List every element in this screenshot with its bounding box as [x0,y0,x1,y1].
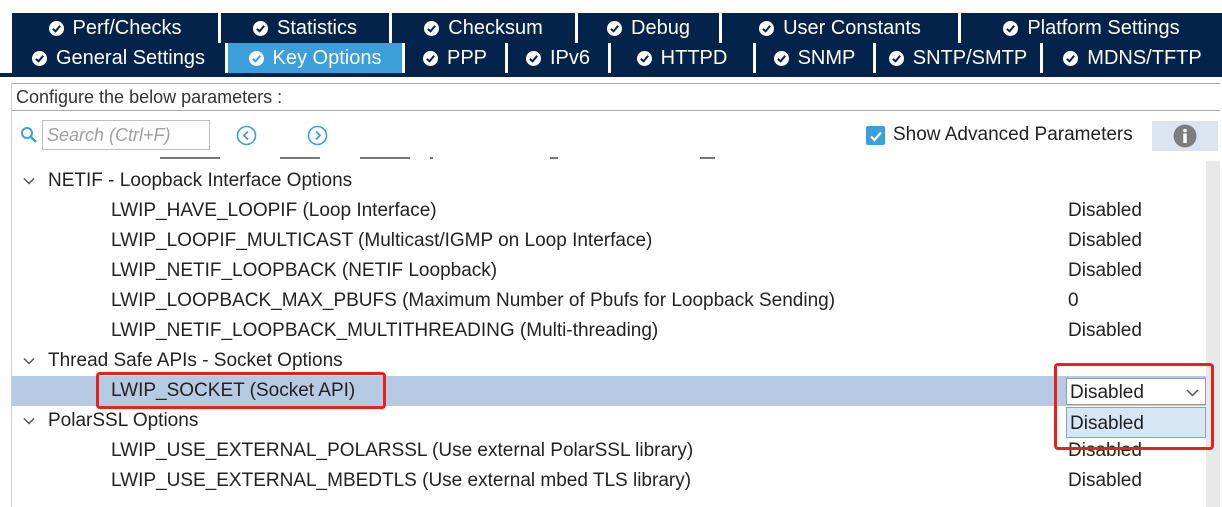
tab-ppp[interactable]: PPP [405,43,505,73]
tab-label: Checksum [448,16,543,39]
param-value[interactable]: Disabled [1068,440,1142,462]
tab-label: SNTP/SMTP [912,46,1028,69]
param-value[interactable]: Disabled [1068,320,1142,342]
check-icon [48,20,64,36]
param-row[interactable]: LWIP_LOOPIF_MULTICAST (Multicast/IGMP on… [12,226,1206,256]
param-row[interactable]: LWIP_NETIF_LOOPBACK (NETIF Loopback) Dis… [12,256,1206,286]
dropdown-value: Disabled [1070,382,1144,403]
group-title: Thread Safe APIs - Socket Options [48,350,343,371]
check-icon [32,50,47,66]
group-header[interactable]: Thread Safe APIs - Socket Options [12,346,1206,376]
search-icon[interactable] [20,126,38,144]
check-icon [1003,20,1019,36]
tab-checksum[interactable]: Checksum [392,13,575,43]
tab-label: Statistics [276,16,358,39]
param-value[interactable]: Disabled [1068,200,1142,222]
chevron-down-icon [23,177,35,185]
param-name: LWIP_USE_EXTERNAL_MBEDTLS (Use external … [111,470,692,491]
show-advanced-label: Show Advanced Parameters [893,124,1133,145]
tab-label: PPP [446,46,488,69]
group-header[interactable]: PolarSSL Options [12,406,1206,436]
param-value[interactable]: Disabled [1068,230,1142,252]
tab-sntp-smtp[interactable]: SNTP/SMTP [876,43,1040,73]
chevron-down-icon [23,357,35,365]
tab-label: HTTPD [660,46,728,69]
param-name: LWIP_NETIF_LOOPBACK_MULTITHREADING (Mult… [111,320,659,341]
clipped-row-remnant [160,151,720,161]
param-name: LWIP_SOCKET (Socket API) [111,380,356,401]
param-row[interactable]: LWIP_NETIF_LOOPBACK_MULTITHREADING (Mult… [12,316,1206,346]
tab-label: Platform Settings [1027,16,1180,39]
param-value[interactable]: Disabled [1068,260,1142,282]
param-row-selected[interactable]: LWIP_SOCKET (Socket API) [12,376,1206,406]
param-name: LWIP_LOOPBACK_MAX_PBUFS (Maximum Number … [111,290,836,311]
check-icon [636,50,652,66]
tab-label: MDNS/TFTP [1087,46,1202,69]
group-header[interactable]: NETIF - Loopback Interface Options [12,166,1206,196]
tab-platform-settings[interactable]: Platform Settings [961,13,1222,43]
tab-general-settings[interactable]: General Settings [12,43,225,73]
check-icon [252,20,268,36]
check-icon [248,50,264,66]
description-text: Configure the below parameters : [16,87,283,107]
search-next-icon[interactable] [307,125,328,146]
search-previous-icon[interactable] [236,125,257,146]
chevron-down-icon [1186,389,1199,397]
tab-divider [0,73,1222,77]
check-icon [1063,50,1079,66]
tab-label: SNMP [797,46,856,69]
param-row[interactable]: LWIP_USE_EXTERNAL_POLARSSL (Use external… [12,436,1206,466]
param-row[interactable]: LWIP_HAVE_LOOPIF (Loop Interface) Disabl… [12,196,1206,226]
tab-mdns-tftp[interactable]: MDNS/TFTP [1043,43,1222,73]
description-box: Configure the below parameters : [12,83,1220,111]
tab-label: User Constants [783,16,921,39]
param-name: LWIP_USE_EXTERNAL_POLARSSL (Use external… [111,440,694,461]
group-title: NETIF - Loopback Interface Options [48,170,353,191]
tab-user-constants[interactable]: User Constants [722,13,958,43]
tab-label: Key Options [272,46,382,69]
dropdown-option[interactable]: Disabled [1066,407,1206,438]
param-name: LWIP_HAVE_LOOPIF (Loop Interface) [111,200,437,221]
tab-debug[interactable]: Debug [578,13,719,43]
tab-statistics[interactable]: Statistics [221,13,389,43]
tab-snmp[interactable]: SNMP [756,43,873,73]
tab-label: Debug [631,16,690,39]
tab-httpd[interactable]: HTTPD [611,43,753,73]
check-icon [525,50,541,66]
param-name: LWIP_NETIF_LOOPBACK (NETIF Loopback) [111,260,498,281]
check-icon [607,20,623,36]
info-button[interactable] [1152,121,1218,151]
show-advanced-checkbox[interactable] [866,126,885,145]
param-name: LWIP_LOOPIF_MULTICAST (Multicast/IGMP on… [111,230,653,251]
search-input[interactable] [42,120,210,150]
vertical-scrollbar[interactable] [1206,161,1220,507]
check-icon [888,50,904,66]
value-dropdown[interactable]: Disabled [1066,378,1206,405]
check-icon [773,50,789,66]
check-icon [759,20,775,36]
info-icon [1173,124,1197,148]
chevron-down-icon [23,417,35,425]
tab-key-options[interactable]: Key Options [228,43,402,73]
group-title: PolarSSL Options [48,410,199,431]
check-icon [422,50,438,66]
param-value[interactable]: 0 [1068,290,1079,312]
param-row[interactable]: LWIP_USE_EXTERNAL_MBEDTLS (Use external … [12,466,1206,496]
param-value[interactable]: Disabled [1068,470,1142,492]
tab-label: Perf/Checks [72,16,182,39]
tab-label: IPv6 [549,46,591,69]
checkmark-icon [869,131,882,142]
check-icon [424,20,440,36]
param-row[interactable]: LWIP_LOOPBACK_MAX_PBUFS (Maximum Number … [12,286,1206,316]
tab-label: General Settings [56,46,205,69]
tab-perf-checks[interactable]: Perf/Checks [12,13,218,43]
tab-ipv6[interactable]: IPv6 [508,43,608,73]
